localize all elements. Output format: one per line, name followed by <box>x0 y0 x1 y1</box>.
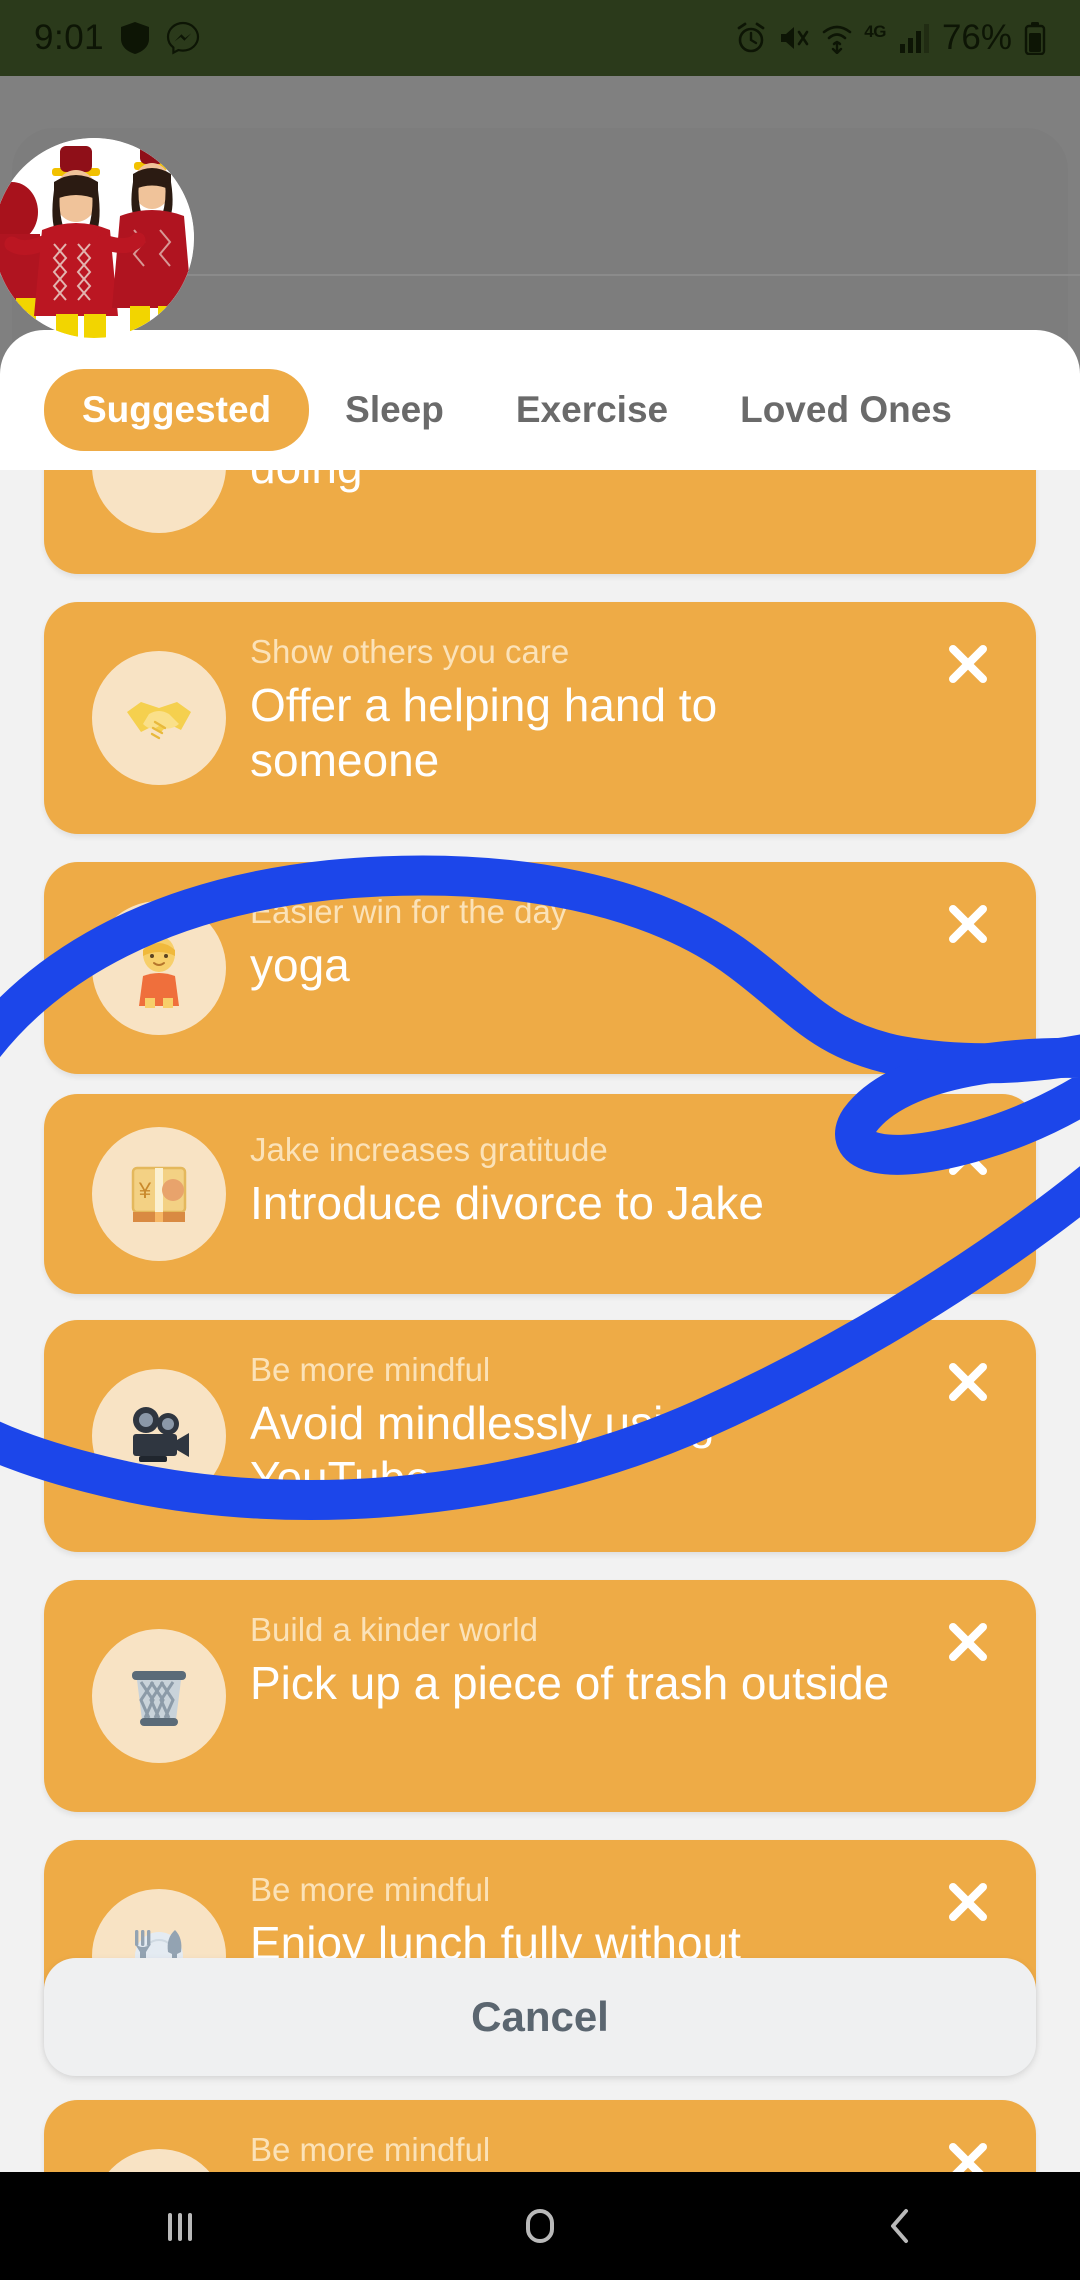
card-title: yoga <box>250 939 350 992</box>
handshake-icon <box>92 651 226 785</box>
dismiss-icon[interactable] <box>940 636 996 692</box>
navigation-bar <box>0 2172 1080 2280</box>
tab-sleep[interactable]: Sleep <box>309 369 480 451</box>
list-item[interactable]: Build a kinder world Pick up a piece of … <box>44 1580 1036 1812</box>
battery-percent: 76% <box>941 18 1012 57</box>
status-bar-right: 4G 76% <box>736 18 1046 58</box>
banknote-icon: ¥ <box>92 1127 226 1261</box>
mute-icon <box>778 23 810 53</box>
card-subtitle: Build a kinder world <box>250 1611 538 1648</box>
tab-exercise[interactable]: Exercise <box>480 369 704 451</box>
card-subtitle: Easier win for the day <box>250 893 568 930</box>
alarm-icon <box>736 22 766 54</box>
card-title: Avoid mindlessly using YouTube <box>250 1397 715 1504</box>
card-subtitle: Be more mindful <box>250 1871 491 1908</box>
tab-bar: Suggested Sleep Exercise Loved Ones <box>0 364 1080 456</box>
card-subtitle: Show others you care <box>250 633 570 670</box>
suggestion-list[interactable]: doing Show others you care Offer <box>0 470 1080 2180</box>
tab-loved-ones[interactable]: Loved Ones <box>704 369 988 451</box>
movie-camera-icon <box>92 1369 226 1503</box>
card-subtitle: Be more mindful <box>250 1351 491 1388</box>
avatar[interactable] <box>0 138 194 338</box>
status-bar-left: 9:01 <box>34 18 200 58</box>
status-bar: 9:01 4G 76% <box>0 0 1080 76</box>
list-item[interactable]: Show others you care Offer a helping han… <box>44 602 1036 834</box>
card-subtitle: Be more mindful <box>250 2131 491 2168</box>
card-title: Introduce divorce to Jake <box>250 1177 764 1230</box>
dismiss-icon[interactable] <box>940 1614 996 1670</box>
person-icon <box>92 901 226 1035</box>
home-icon[interactable] <box>460 2172 620 2280</box>
list-item[interactable]: ¥ Jake increases gratitude Introduce div… <box>44 1094 1036 1294</box>
card-title: Pick up a piece of trash outside <box>250 1657 890 1710</box>
card-title: Offer a helping hand to someone <box>250 679 718 786</box>
shield-icon <box>120 21 150 55</box>
network-type-label: 4G <box>864 22 886 41</box>
wifi-icon <box>822 22 852 54</box>
list-item[interactable]: Easier win for the day yoga <box>44 862 1036 1074</box>
dismiss-icon[interactable] <box>940 1128 996 1184</box>
clock: 9:01 <box>34 18 105 57</box>
back-icon[interactable] <box>820 2172 980 2280</box>
signal-icon <box>898 22 930 54</box>
list-item[interactable]: doing <box>44 470 1036 574</box>
phone-screen: JUN 19 <box>0 0 1080 2280</box>
dismiss-icon[interactable] <box>940 896 996 952</box>
recents-icon[interactable] <box>100 2172 260 2280</box>
battery-icon <box>1024 21 1046 55</box>
card-subtitle: Jake increases gratitude <box>250 1131 608 1168</box>
list-item[interactable]: Be more mindful <box>44 2100 1036 2180</box>
tab-suggested[interactable]: Suggested <box>44 369 310 451</box>
bottom-sheet: Suggested Sleep Exercise Loved Ones doin… <box>0 330 1080 2180</box>
dismiss-icon[interactable] <box>940 1354 996 1410</box>
dismiss-icon[interactable] <box>940 1874 996 1930</box>
wastebasket-icon <box>92 1629 226 1763</box>
partial-icon <box>92 470 226 533</box>
cancel-button[interactable]: Cancel <box>44 1958 1036 2076</box>
messenger-icon <box>166 21 200 55</box>
card-title: doing <box>250 470 890 494</box>
list-item[interactable]: Be more mindful Avoid mindlessly using Y… <box>44 1320 1036 1552</box>
svg-text:¥: ¥ <box>138 1178 152 1203</box>
